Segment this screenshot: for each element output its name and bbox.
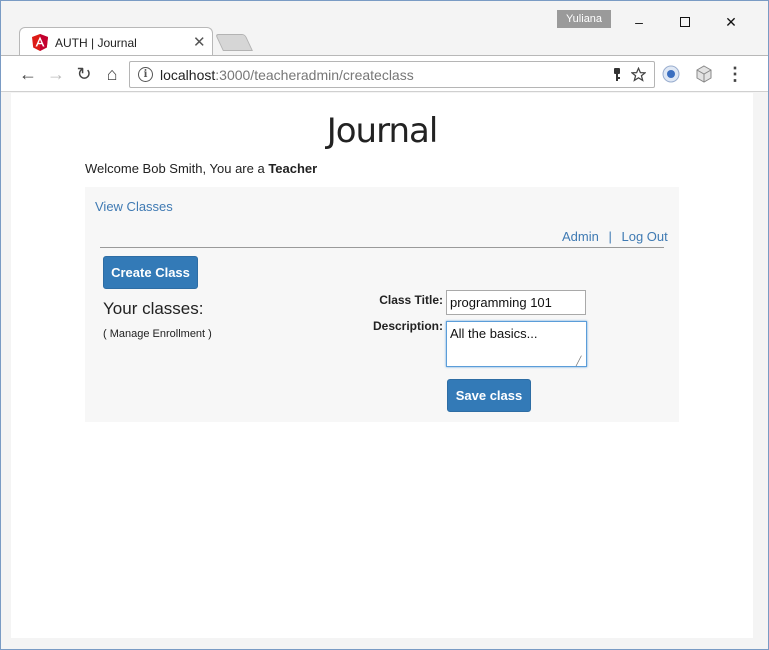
save-class-button[interactable]: Save class xyxy=(447,379,531,412)
page-title: Journal xyxy=(326,111,439,151)
star-icon[interactable] xyxy=(631,67,646,82)
your-classes-heading: Your classes: xyxy=(103,299,204,318)
maximize-icon xyxy=(680,17,690,27)
minimize-icon: – xyxy=(635,14,643,30)
account-links: Admin | Log Out xyxy=(562,229,668,244)
welcome-text: Welcome Bob Smith, You are a xyxy=(85,161,269,176)
new-tab-button[interactable] xyxy=(215,34,253,51)
role-text: Teacher xyxy=(268,161,318,176)
browser-toolbar: ← → ↻ ⌂ i localhost:3000/teacheradmin/cr… xyxy=(1,55,768,92)
browser-window: Yuliana – ✕ AUTH | Journal ✕ ← → ↻ ⌂ i l… xyxy=(0,0,769,650)
forward-arrow-icon: → xyxy=(47,63,65,84)
cube-extension-icon[interactable] xyxy=(695,65,713,83)
angular-icon xyxy=(32,34,48,51)
url-path: :3000/teacheradmin/createclass xyxy=(215,67,414,83)
welcome-message: Welcome Bob Smith, You are a Teacher xyxy=(85,161,317,176)
class-panel: View Classes Admin | Log Out Create Clas… xyxy=(85,187,679,422)
view-classes-link[interactable]: View Classes xyxy=(95,199,173,214)
url-text[interactable]: localhost:3000/teacheradmin/createclass xyxy=(160,67,414,83)
forward-button[interactable]: → xyxy=(45,63,67,85)
close-icon: ✕ xyxy=(725,13,737,30)
resize-grip-icon[interactable]: ╱ xyxy=(576,356,581,367)
class-title-label: Class Title: xyxy=(379,293,443,307)
info-icon[interactable]: i xyxy=(138,67,153,82)
kebab-menu-icon: ⋮ xyxy=(726,63,744,84)
home-button[interactable]: ⌂ xyxy=(101,63,123,85)
minimize-button[interactable]: – xyxy=(617,7,661,37)
description-label: Description: xyxy=(372,319,443,333)
tab-close-icon[interactable]: ✕ xyxy=(193,33,206,51)
profile-badge[interactable]: Yuliana xyxy=(557,10,611,28)
back-button[interactable]: ← xyxy=(17,63,39,85)
class-title-input[interactable] xyxy=(446,290,586,315)
logout-link[interactable]: Log Out xyxy=(622,229,668,244)
close-window-button[interactable]: ✕ xyxy=(709,7,753,37)
url-host: localhost xyxy=(160,67,216,83)
back-arrow-icon: ← xyxy=(19,63,37,84)
link-separator: | xyxy=(608,229,612,244)
admin-link[interactable]: Admin xyxy=(562,229,599,244)
title-bar: Yuliana – ✕ AUTH | Journal ✕ xyxy=(1,1,768,57)
page-content: Journal Welcome Bob Smith, You are a Tea… xyxy=(11,93,753,638)
create-class-button[interactable]: Create Class xyxy=(103,256,198,289)
manage-enrollment-link[interactable]: ( Manage Enrollment ) xyxy=(103,328,212,340)
reload-icon: ↻ xyxy=(76,63,92,84)
tab-auth-journal[interactable]: AUTH | Journal ✕ xyxy=(19,27,213,57)
description-textarea[interactable]: All the basics... xyxy=(446,321,587,367)
extension-icon[interactable] xyxy=(662,65,680,83)
divider xyxy=(100,247,664,248)
home-icon: ⌂ xyxy=(106,63,118,84)
maximize-button[interactable] xyxy=(663,7,707,37)
reload-button[interactable]: ↻ xyxy=(73,63,95,85)
key-icon[interactable] xyxy=(612,68,622,82)
tab-title: AUTH | Journal xyxy=(55,36,137,50)
address-bar[interactable]: i localhost:3000/teacheradmin/createclas… xyxy=(129,61,655,88)
menu-button[interactable]: ⋮ xyxy=(724,63,746,85)
